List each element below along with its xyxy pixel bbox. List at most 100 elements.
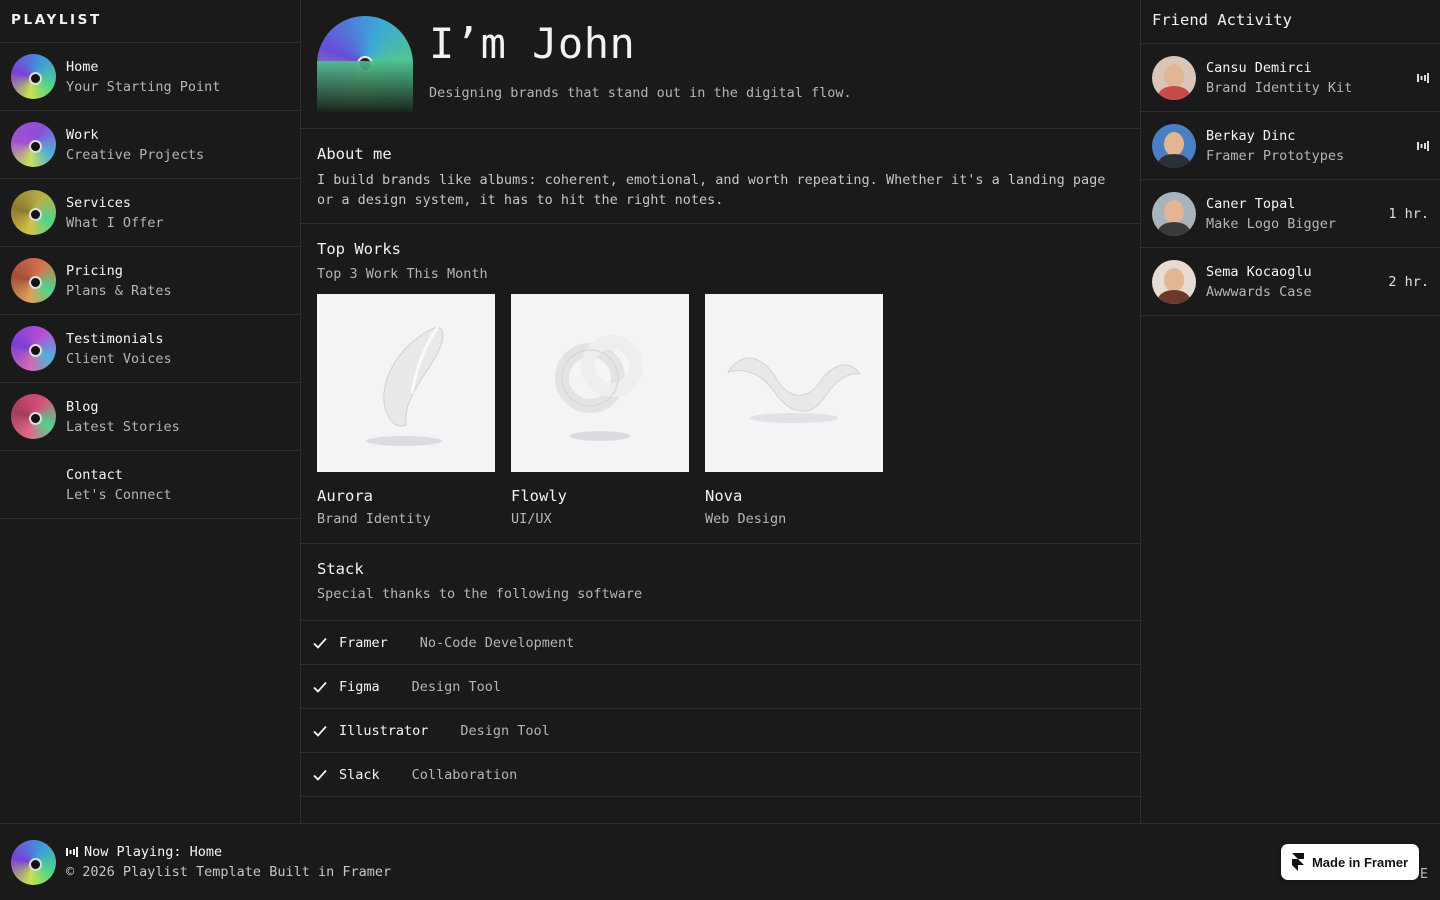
sidebar-item-title: Contact — [66, 466, 123, 483]
disc-icon — [11, 190, 56, 235]
stack-item-name: Framer — [339, 634, 388, 651]
friend-last-active: 2 hr. — [1388, 273, 1429, 290]
works-heading: Top Works — [317, 240, 401, 258]
work-card-aurora[interactable]: Aurora Brand Identity — [317, 294, 495, 527]
sidebar-item-subtitle: Your Starting Point — [66, 78, 221, 95]
stack-item-desc: Design Tool — [411, 678, 502, 695]
friend-activity-panel: Friend Activity Cansu Demirci Brand Iden… — [1140, 0, 1440, 823]
sidebar: PLAYLIST Home Your Starting Point Work Crea… — [0, 0, 301, 823]
sidebar-item-subtitle: Client Voices — [66, 350, 172, 367]
friend-name: Sema Kocaoglu — [1206, 263, 1312, 280]
hero: I’m John Designing brands that stand out… — [301, 0, 1140, 129]
friend-item[interactable]: Berkay Dinc Framer Prototypes — [1141, 112, 1440, 180]
stack-item-desc: Design Tool — [460, 722, 550, 739]
disc-icon — [11, 122, 56, 167]
stack-item-framer: Framer No-Code Development — [301, 621, 1140, 665]
sidebar-item-contact[interactable]: Contact Let's Connect — [0, 451, 300, 519]
nav-list: Home Your Starting Point Work Creative Proj… — [0, 43, 300, 519]
avatar — [1152, 123, 1196, 168]
sidebar-item-title: Services — [66, 194, 132, 211]
works-subtitle: Top 3 Work This Month — [317, 266, 488, 282]
sidebar-item-pricing[interactable]: Pricing Plans & Rates — [0, 247, 300, 315]
sidebar-item-title: Home — [66, 58, 99, 75]
work-category: UI/UX — [511, 511, 552, 527]
brand-logo[interactable]: PLAYLIST — [0, 0, 300, 43]
check-icon — [313, 681, 327, 693]
friend-activity-heading: Friend Activity — [1141, 0, 1440, 44]
friend-list: Cansu Demirci Brand Identity Kit Berkay … — [1141, 44, 1440, 316]
stack-heading: Stack — [317, 560, 364, 578]
stack-list: Framer No-Code Development Figma Design … — [301, 621, 1140, 797]
footer-right-text: E — [1419, 866, 1428, 882]
now-playing-label: Now Playing: Home — [84, 844, 223, 860]
copyright-text: © 2026 Playlist Template Built in Framer — [66, 864, 392, 880]
sidebar-item-services[interactable]: Services What I Offer — [0, 179, 300, 247]
stack-item-desc: No-Code Development — [419, 634, 575, 651]
stack-item-desc: Collaboration — [411, 766, 518, 783]
disc-icon — [11, 326, 56, 371]
main-content: I’m John Designing brands that stand out… — [301, 0, 1140, 823]
stack-item-slack: Slack Collaboration — [301, 753, 1140, 797]
friend-item[interactable]: Caner Topal Make Logo Bigger 1 hr. — [1141, 180, 1440, 248]
work-thumbnail — [705, 294, 883, 472]
sidebar-item-title: Pricing — [66, 262, 123, 279]
disc-icon — [11, 54, 56, 99]
work-title: Flowly — [511, 487, 567, 505]
now-playing-disc-icon — [11, 839, 56, 885]
equalizer-icon — [1417, 72, 1429, 83]
stack-item-illustrator: Illustrator Design Tool — [301, 709, 1140, 753]
made-in-framer-badge[interactable]: Made in Framer — [1281, 844, 1419, 880]
check-icon — [313, 725, 327, 737]
sidebar-item-subtitle: Let's Connect — [66, 486, 172, 503]
avatar — [1152, 259, 1196, 304]
friend-activity: Awwwards Case — [1206, 283, 1312, 300]
page-title: I’m John — [429, 19, 636, 68]
page-subtitle: Designing brands that stand out in the d… — [429, 85, 852, 101]
disc-placeholder — [11, 462, 56, 507]
now-playing-bar: Now Playing: Home © 2026 Playlist Templa… — [0, 823, 1440, 900]
stack-subtitle: Special thanks to the following software — [317, 586, 643, 602]
stack-section: Stack Special thanks to the following so… — [301, 544, 1140, 621]
works-grid: Aurora Brand Identity Flowly UI/UX Nova … — [317, 294, 1124, 527]
sidebar-item-subtitle: Creative Projects — [66, 146, 205, 163]
work-category: Brand Identity — [317, 511, 431, 527]
equalizer-icon — [1417, 140, 1429, 151]
work-card-nova[interactable]: Nova Web Design — [705, 294, 883, 527]
work-thumbnail — [511, 294, 689, 472]
check-icon — [313, 769, 327, 781]
sidebar-item-title: Blog — [66, 398, 99, 415]
sidebar-item-home[interactable]: Home Your Starting Point — [0, 43, 300, 111]
work-category: Web Design — [705, 511, 787, 527]
work-thumbnail — [317, 294, 495, 472]
friend-name: Caner Topal — [1206, 195, 1296, 212]
work-title: Nova — [705, 487, 743, 505]
sidebar-item-subtitle: Latest Stories — [66, 418, 180, 435]
friend-activity: Make Logo Bigger — [1206, 215, 1337, 232]
sidebar-item-title: Testimonials — [66, 330, 164, 347]
friend-item[interactable]: Cansu Demirci Brand Identity Kit — [1141, 44, 1440, 112]
sidebar-item-subtitle: What I Offer — [66, 214, 164, 231]
stack-item-name: Illustrator — [339, 722, 429, 739]
album-cover-image — [317, 16, 413, 112]
work-title: Aurora — [317, 487, 373, 505]
sidebar-item-blog[interactable]: Blog Latest Stories — [0, 383, 300, 451]
sidebar-item-testimonials[interactable]: Testimonials Client Voices — [0, 315, 300, 383]
avatar — [1152, 55, 1196, 100]
friend-item[interactable]: Sema Kocaoglu Awwwards Case 2 hr. — [1141, 248, 1440, 316]
friend-name: Cansu Demirci — [1206, 59, 1312, 76]
sidebar-item-work[interactable]: Work Creative Projects — [0, 111, 300, 179]
friend-activity: Framer Prototypes — [1206, 147, 1345, 164]
disc-icon — [11, 258, 56, 303]
sidebar-item-subtitle: Plans & Rates — [66, 282, 172, 299]
about-body: I build brands like albums: coherent, em… — [317, 172, 1106, 208]
about-heading: About me — [317, 145, 392, 163]
work-card-flowly[interactable]: Flowly UI/UX — [511, 294, 689, 527]
badge-label: Made in Framer — [1311, 854, 1409, 870]
friend-name: Berkay Dinc — [1206, 127, 1296, 144]
friend-activity: Brand Identity Kit — [1206, 79, 1353, 96]
about-section: About me I build brands like albums: coh… — [301, 129, 1140, 224]
avatar — [1152, 191, 1196, 236]
equalizer-icon — [66, 847, 78, 857]
check-icon — [313, 637, 327, 649]
friend-last-active: 1 hr. — [1388, 205, 1429, 222]
